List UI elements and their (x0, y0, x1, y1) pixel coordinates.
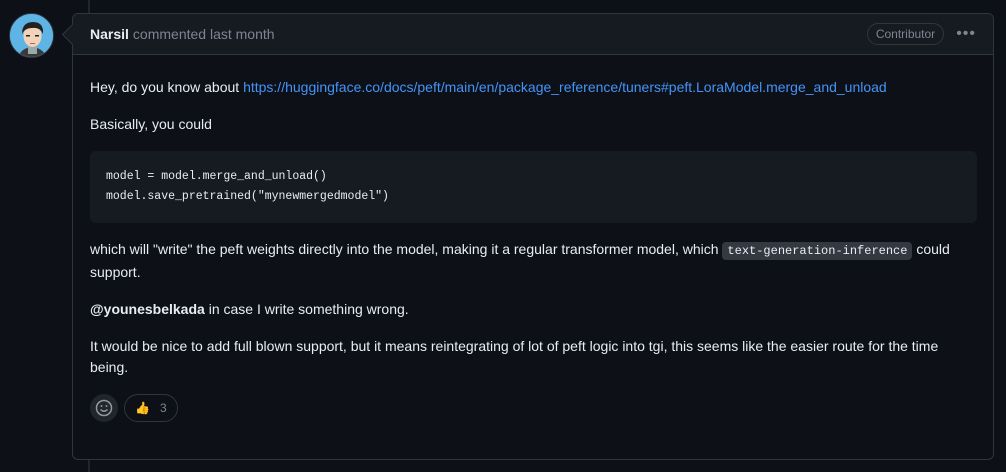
user-mention[interactable]: @younesbelkada (90, 301, 205, 317)
comment-header: Narsil commented last month Contributor … (73, 14, 993, 55)
avatar[interactable] (9, 13, 54, 58)
thumbs-up-icon: 👍 (135, 401, 150, 415)
contributor-badge: Contributor (866, 23, 945, 45)
docs-link[interactable]: https://huggingface.co/docs/peft/main/en… (243, 79, 887, 95)
avatar-image (10, 14, 53, 57)
paragraph-mention: @younesbelkada in case I write something… (90, 299, 977, 320)
paragraph-closing: It would be nice to add full blown suppo… (90, 338, 939, 375)
text: which will "write" the peft weights dire… (90, 241, 723, 257)
inline-code: text-generation-inference (722, 242, 913, 260)
author-link[interactable]: Narsil (90, 26, 129, 42)
kebab-horizontal-icon[interactable]: ••• (956, 25, 976, 43)
smiley-icon[interactable] (90, 394, 118, 422)
code-line: model = model.merge_and_unload() (106, 170, 327, 183)
paragraph-intro: Hey, do you know about https://huggingfa… (90, 77, 977, 98)
comment-timestamp[interactable]: commented last month (133, 26, 275, 42)
paragraph-explanation: which will "write" the peft weights dire… (90, 239, 977, 283)
paragraph-basically: Basically, you could (90, 116, 212, 132)
reactions-bar: 👍 3 (73, 394, 993, 422)
comment-body: Hey, do you know about https://huggingfa… (73, 55, 993, 378)
text: in case I write something wrong. (204, 301, 409, 317)
thumbs-up-reaction[interactable]: 👍 3 (124, 394, 178, 422)
reaction-count: 3 (159, 401, 167, 415)
comment-box: Narsil commented last month Contributor … (72, 13, 994, 460)
code-line: model.save_pretrained("mynewmergedmodel"… (106, 190, 389, 203)
intro-text: Hey, do you know about (90, 79, 244, 95)
code-block: model = model.merge_and_unload() model.s… (90, 151, 977, 223)
